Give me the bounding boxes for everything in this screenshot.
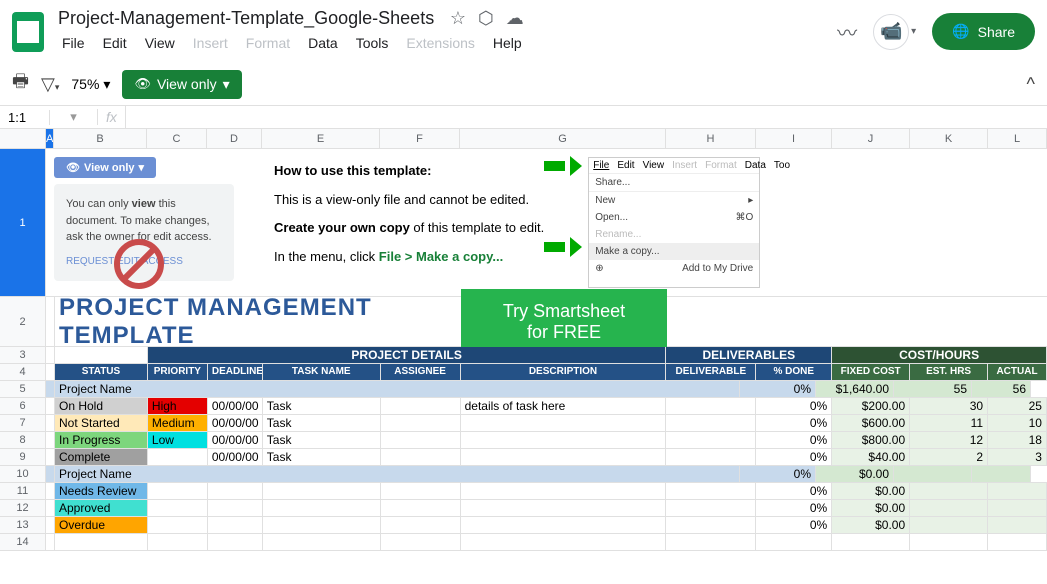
- move-icon[interactable]: ⬡: [478, 8, 494, 29]
- row-header[interactable]: 13: [0, 517, 46, 533]
- row-header[interactable]: 3: [0, 347, 46, 363]
- cloud-icon[interactable]: ☁: [506, 8, 524, 29]
- title-area: Project-Management-Template_Google-Sheet…: [54, 8, 827, 55]
- col-header[interactable]: D: [207, 129, 262, 148]
- fx-label: fx: [98, 109, 125, 125]
- menu-tools[interactable]: Tools: [348, 31, 397, 55]
- column-headers: ABCDEFGHIJKL: [0, 129, 1047, 149]
- table-row: 12Approved0%$0.00: [0, 500, 1047, 517]
- title-icons: ☆ ⬡ ☁: [450, 8, 524, 29]
- menu-extensions: Extensions: [398, 31, 482, 55]
- row-header[interactable]: 8: [0, 432, 46, 448]
- chevron-down-icon: ▾: [103, 76, 110, 93]
- info-box: You can only view this document. To make…: [54, 184, 234, 281]
- menu-data[interactable]: Data: [300, 31, 346, 55]
- row-header[interactable]: 10: [0, 466, 46, 482]
- history-icon[interactable]: 〰: [837, 17, 857, 46]
- row-header[interactable]: 11: [0, 483, 46, 499]
- row-header[interactable]: 5: [0, 381, 46, 397]
- prohibit-icon: [114, 239, 164, 289]
- menu-help[interactable]: Help: [485, 31, 530, 55]
- row-header[interactable]: 14: [0, 534, 46, 550]
- row-header[interactable]: 7: [0, 415, 46, 431]
- section-header: PROJECT DETAILS: [148, 347, 666, 363]
- view-only-badge: 👁 View only ▾: [54, 157, 156, 178]
- row-header[interactable]: 6: [0, 398, 46, 414]
- col-header[interactable]: J: [832, 129, 910, 148]
- row-header[interactable]: 12: [0, 500, 46, 516]
- toolbar: 🖶 ▽▾ 75% ▾ View only ▾ ^: [0, 63, 1047, 105]
- col-header[interactable]: K: [910, 129, 988, 148]
- formula-bar: 1:1 ▾ fx: [0, 105, 1047, 129]
- section-header: DELIVERABLES: [666, 347, 832, 363]
- table-row: 13Overdue0%$0.00: [0, 517, 1047, 534]
- filter-icon[interactable]: ▽▾: [41, 74, 59, 95]
- row-header[interactable]: 1: [0, 149, 46, 296]
- table-row: 10Project Name0%$0.00: [0, 466, 1047, 483]
- col-header[interactable]: I: [756, 129, 832, 148]
- col-header[interactable]: G: [460, 129, 666, 148]
- col-header[interactable]: C: [147, 129, 207, 148]
- row-header[interactable]: 2: [0, 297, 46, 346]
- spreadsheet-grid[interactable]: ABCDEFGHIJKL 1 👁 View only ▾ You can onl…: [0, 129, 1047, 551]
- app-header: Project-Management-Template_Google-Sheet…: [0, 0, 1047, 63]
- table-row: 7Not StartedMedium00/00/00Task0%$600.001…: [0, 415, 1047, 432]
- section-header: COST/HOURS: [832, 347, 1047, 363]
- globe-icon: 🌐: [952, 23, 969, 40]
- row-header[interactable]: 4: [0, 364, 46, 380]
- sheets-logo-icon[interactable]: [12, 12, 44, 52]
- col-header[interactable]: F: [380, 129, 460, 148]
- menu-format: Format: [238, 31, 298, 55]
- table-row: 14: [0, 534, 1047, 551]
- menu-view[interactable]: View: [137, 31, 183, 55]
- row-4: 4 STATUS PRIORITY DEADLINE TASK NAME ASS…: [0, 364, 1047, 381]
- col-header[interactable]: E: [262, 129, 380, 148]
- view-only-button[interactable]: View only ▾: [122, 70, 241, 99]
- menu-insert: Insert: [185, 31, 236, 55]
- chevron-down-icon: ▾: [223, 76, 230, 93]
- meet-icon[interactable]: 📹: [873, 14, 909, 50]
- name-box[interactable]: 1:1: [0, 110, 50, 125]
- name-box-chevron[interactable]: ▾: [50, 109, 98, 125]
- menu-file[interactable]: File: [54, 31, 93, 55]
- select-all-corner[interactable]: [0, 129, 46, 148]
- share-button[interactable]: 🌐Share: [932, 13, 1035, 50]
- zoom-dropdown[interactable]: 75% ▾: [71, 76, 110, 93]
- table-row: 9Complete00/00/00Task0%$40.0023: [0, 449, 1047, 466]
- header-right: 〰 📹 ▾ 🌐Share: [837, 13, 1035, 50]
- arrow-icon: [544, 161, 574, 171]
- instructions-text: How to use this template: This is a view…: [274, 157, 544, 288]
- row-3: 3 PROJECT DETAILS DELIVERABLES COST/HOUR…: [0, 347, 1047, 364]
- col-header[interactable]: H: [666, 129, 756, 148]
- try-smartsheet-button[interactable]: Try Smartsheet for FREE: [461, 289, 667, 355]
- table-row: 6On HoldHigh00/00/00Taskdetails of task …: [0, 398, 1047, 415]
- table-row: 8In ProgressLow00/00/00Task0%$800.001218: [0, 432, 1047, 449]
- table-row: 11Needs Review0%$0.00: [0, 483, 1047, 500]
- arrow-icon: [544, 242, 574, 252]
- expand-icon[interactable]: ^: [1027, 74, 1035, 95]
- star-icon[interactable]: ☆: [450, 8, 466, 29]
- file-menu-illustration: FileEditViewInsertFormatDataToo Share...…: [588, 157, 760, 288]
- col-header[interactable]: A: [46, 129, 54, 148]
- col-header[interactable]: B: [54, 129, 147, 148]
- row-1: 1 👁 View only ▾ You can only view this d…: [0, 149, 1047, 297]
- col-header[interactable]: L: [988, 129, 1047, 148]
- document-title[interactable]: Project-Management-Template_Google-Sheet…: [54, 6, 438, 30]
- chevron-down-icon[interactable]: ▾: [911, 26, 916, 37]
- menu-bar: File Edit View Insert Format Data Tools …: [54, 31, 827, 55]
- row-2: 2 PROJECT MANAGEMENT TEMPLATE Try Smarts…: [0, 297, 1047, 347]
- print-icon[interactable]: 🖶: [12, 69, 29, 99]
- template-title: PROJECT MANAGEMENT TEMPLATE: [55, 294, 461, 350]
- table-row: 5Project Name0%$1,640.005556: [0, 381, 1047, 398]
- menu-edit[interactable]: Edit: [95, 31, 135, 55]
- row-header[interactable]: 9: [0, 449, 46, 465]
